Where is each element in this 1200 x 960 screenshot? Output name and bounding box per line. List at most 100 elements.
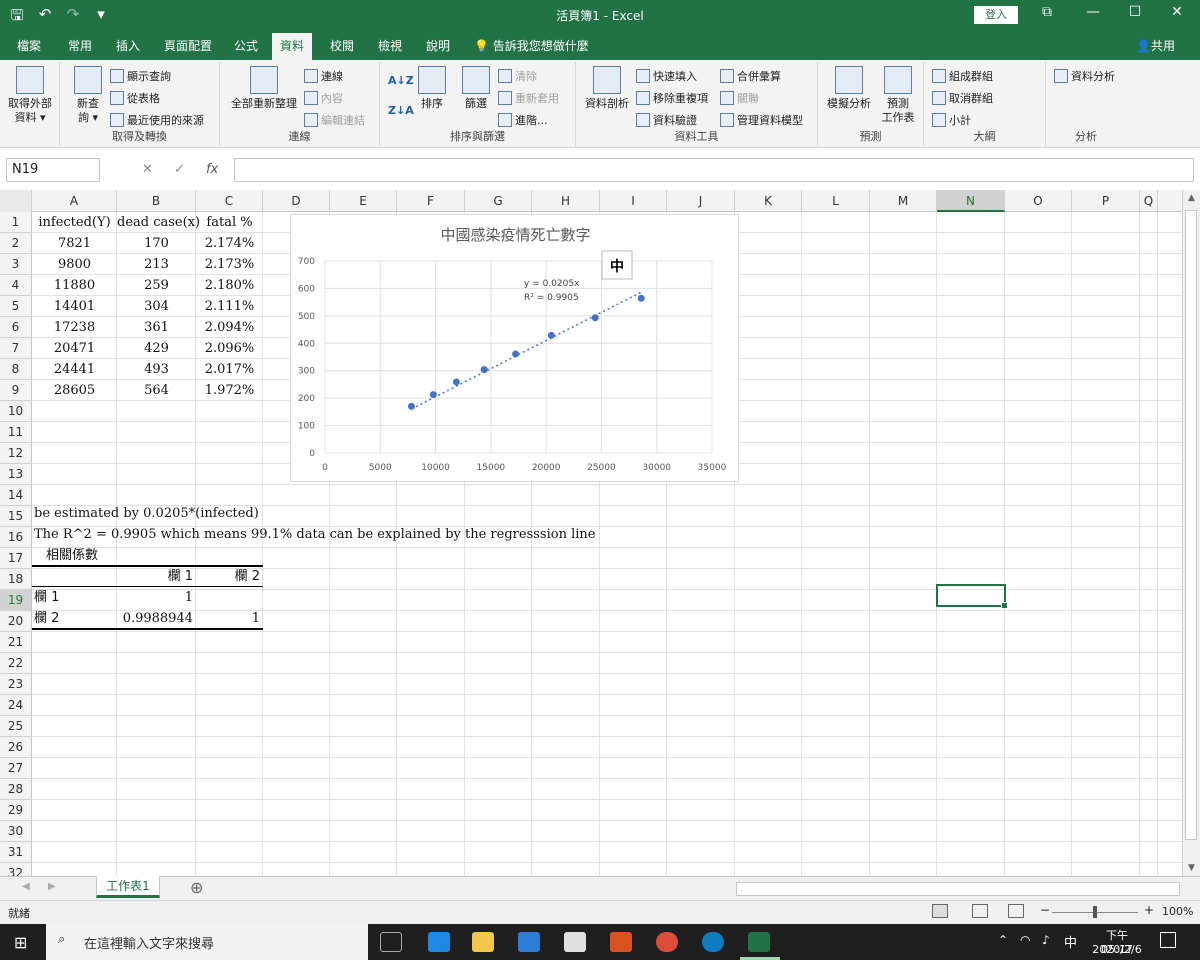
data-cell[interactable]: 20471 <box>32 338 117 359</box>
data-analysis-button[interactable]: 資料分析 <box>1054 68 1115 84</box>
scroll-down-icon[interactable]: ▼ <box>1183 863 1200 873</box>
maximize-button[interactable]: ☐ <box>1112 4 1158 20</box>
tell-me-search[interactable]: 💡 告訴我您想做什麼 <box>474 37 589 54</box>
text-to-columns-button[interactable]: 資料剖析 <box>582 66 632 111</box>
row-header-3[interactable]: 3 <box>0 254 32 275</box>
corr-r2c1[interactable]: 0.9988944 <box>117 608 196 629</box>
column-header-j[interactable]: J <box>667 190 735 212</box>
corr-r1c1[interactable]: 1 <box>117 587 196 608</box>
row-header-9[interactable]: 9 <box>0 380 32 401</box>
sheet-tab-1[interactable]: 工作表1 <box>96 876 160 898</box>
selected-cell-n19[interactable] <box>936 584 1008 609</box>
row-header-17[interactable]: 17 <box>0 548 32 569</box>
consolidate-button[interactable]: 合併彙算 <box>720 68 781 84</box>
corr-col1-header[interactable]: 欄 1 <box>117 566 196 587</box>
data-cell[interactable]: 24441 <box>32 359 117 380</box>
data-point[interactable] <box>480 366 488 374</box>
row-header-8[interactable]: 8 <box>0 359 32 380</box>
tab-page-layout[interactable]: 頁面配置 <box>164 37 212 54</box>
data-cell[interactable]: 2.017% <box>196 359 263 380</box>
header-dead-case[interactable]: dead case(x) <box>117 212 200 233</box>
row-header-15[interactable]: 15 <box>0 506 32 527</box>
tab-insert[interactable]: 插入 <box>116 37 140 54</box>
tab-review[interactable]: 校閱 <box>330 37 354 54</box>
data-cell[interactable]: 2.173% <box>196 254 263 275</box>
volume-icon[interactable]: ♪ <box>1042 933 1050 947</box>
data-cell[interactable]: 304 <box>117 296 196 317</box>
corr-row2-label[interactable]: 欄 2 <box>34 608 59 629</box>
horizontal-scrollbar[interactable] <box>736 882 1180 896</box>
formula-input[interactable] <box>234 158 1194 182</box>
remove-duplicates-button[interactable]: 移除重複項 <box>636 90 708 106</box>
chrome-icon[interactable] <box>656 932 678 952</box>
tab-data[interactable]: 資料 <box>272 33 313 60</box>
tab-help[interactable]: 說明 <box>426 37 450 54</box>
header-fatal[interactable]: fatal % <box>196 212 263 233</box>
vertical-scrollbar[interactable]: ▲ ▼ <box>1182 190 1200 876</box>
row-header-12[interactable]: 12 <box>0 443 32 464</box>
row-header-19[interactable]: 19 <box>0 590 32 611</box>
row-header-6[interactable]: 6 <box>0 317 32 338</box>
tab-file[interactable]: 檔案 <box>17 37 41 54</box>
row-header-2[interactable]: 2 <box>0 233 32 254</box>
network-icon[interactable]: ◠ <box>1020 933 1030 947</box>
advanced-filter-button[interactable]: 進階... <box>498 112 548 128</box>
media-player-icon[interactable] <box>610 932 632 952</box>
column-header-g[interactable]: G <box>465 190 532 212</box>
task-view-icon[interactable] <box>380 932 402 952</box>
scroll-up-icon[interactable]: ▲ <box>1183 190 1200 203</box>
data-point[interactable] <box>429 391 437 399</box>
note-row16[interactable]: The R^2 = 0.9905 which means 99.1% data … <box>34 524 595 545</box>
sort-button[interactable]: 排序 <box>414 66 450 111</box>
ungroup-button[interactable]: 取消群組 <box>932 90 993 106</box>
minimize-button[interactable]: — <box>1070 4 1116 20</box>
data-point[interactable] <box>407 402 415 410</box>
data-cell[interactable]: 7821 <box>32 233 117 254</box>
data-cell[interactable]: 493 <box>117 359 196 380</box>
column-header-l[interactable]: L <box>802 190 870 212</box>
notifications-icon[interactable] <box>1160 932 1176 948</box>
data-cell[interactable]: 213 <box>117 254 196 275</box>
row-header-14[interactable]: 14 <box>0 485 32 506</box>
data-point[interactable] <box>547 331 555 339</box>
connections-button[interactable]: 連線 <box>304 68 343 84</box>
ribbon-display-icon[interactable]: ⧉ <box>1024 4 1070 20</box>
subtotal-button[interactable]: 小計 <box>932 112 971 128</box>
column-header-f[interactable]: F <box>397 190 465 212</box>
row-header-29[interactable]: 29 <box>0 800 32 821</box>
zoom-slider-thumb[interactable] <box>1093 906 1097 918</box>
prev-sheet-icon[interactable]: ◀ <box>22 881 30 892</box>
column-header-o[interactable]: O <box>1005 190 1072 212</box>
row-header-4[interactable]: 4 <box>0 275 32 296</box>
zoom-in-icon[interactable]: + <box>1144 903 1154 917</box>
data-cell[interactable]: 17238 <box>32 317 117 338</box>
column-header-k[interactable]: K <box>735 190 802 212</box>
row-header-18[interactable]: 18 <box>0 569 32 590</box>
reapply-button[interactable]: 重新套用 <box>498 90 559 106</box>
mail-icon[interactable] <box>564 932 586 952</box>
file-explorer-icon[interactable] <box>472 932 494 952</box>
column-header-m[interactable]: M <box>870 190 937 212</box>
header-infected[interactable]: infected(Y) <box>32 212 117 233</box>
row-header-11[interactable]: 11 <box>0 422 32 443</box>
sort-az-icon[interactable]: A↓Z <box>388 74 414 87</box>
sort-za-icon[interactable]: Z↓A <box>388 104 414 117</box>
row-header-26[interactable]: 26 <box>0 737 32 758</box>
column-header-a[interactable]: A <box>32 190 117 212</box>
select-all-corner[interactable] <box>0 190 32 212</box>
page-break-view-icon[interactable] <box>1008 904 1024 918</box>
data-cell[interactable]: 2.180% <box>196 275 263 296</box>
data-cell[interactable]: 2.174% <box>196 233 263 254</box>
corr-col2-header[interactable]: 欄 2 <box>196 566 263 587</box>
row-header-7[interactable]: 7 <box>0 338 32 359</box>
row-header-20[interactable]: 20 <box>0 611 32 632</box>
forecast-sheet-button[interactable]: 預測 工作表 <box>878 66 918 125</box>
normal-view-icon[interactable] <box>932 904 948 918</box>
data-point[interactable] <box>512 350 520 358</box>
column-header-e[interactable]: E <box>330 190 397 212</box>
zoom-level[interactable]: 100% <box>1162 905 1193 918</box>
data-model-button[interactable]: 管理資料模型 <box>720 112 803 128</box>
data-cell[interactable]: 28605 <box>32 380 117 401</box>
corr-title[interactable]: 相關係數 <box>46 545 98 566</box>
share-button[interactable]: 👤共用 <box>1136 37 1175 54</box>
